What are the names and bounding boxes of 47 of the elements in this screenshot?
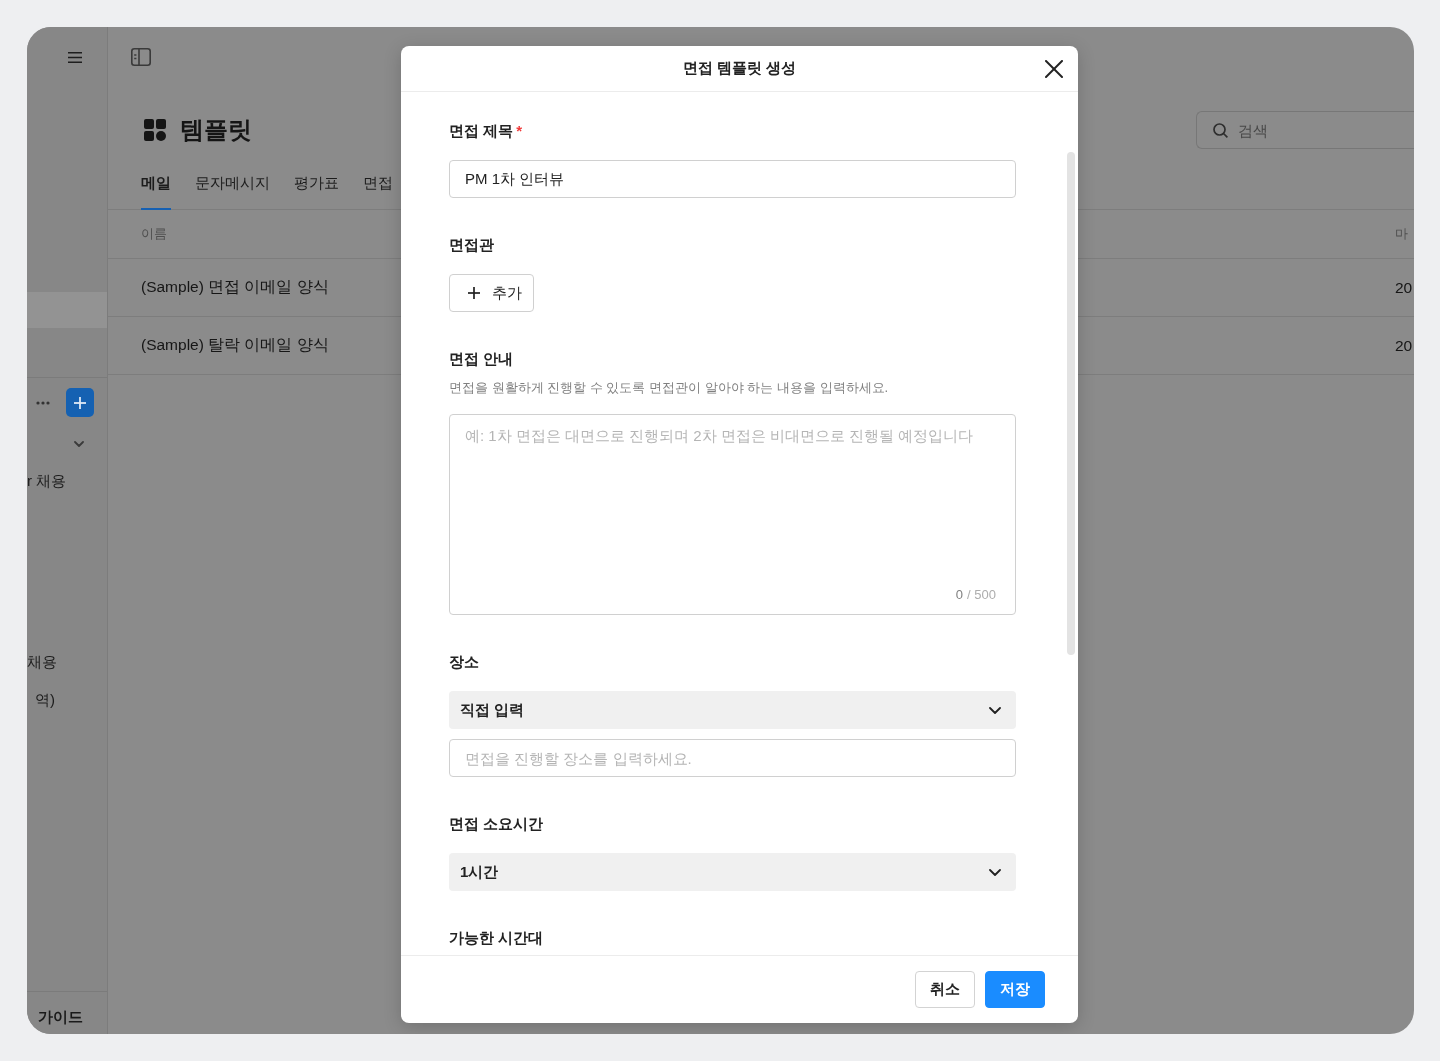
character-limit: / 500 (967, 586, 996, 603)
field-label: 가능한 시간대 (449, 928, 544, 948)
add-button[interactable] (66, 388, 94, 417)
tab[interactable]: 평가표 (294, 162, 339, 210)
table-cell: 20 (1395, 278, 1413, 297)
table-cell-text: (Sample) 면접 이메일 양식 (141, 277, 329, 297)
search-icon (1213, 123, 1228, 138)
field-label: 장소 (449, 652, 479, 672)
tab[interactable]: 면접 (363, 162, 393, 210)
page-title: 템플릿 (180, 115, 252, 145)
cancel-button[interactable]: 취소 (915, 971, 975, 1008)
plus-icon (468, 287, 480, 299)
duration-select[interactable]: 1시간 (449, 853, 1016, 891)
chevron-down-icon[interactable] (74, 441, 84, 447)
table-cell-text: (Sample) 탈락 이메일 양식 (141, 335, 329, 355)
save-button[interactable]: 저장 (985, 971, 1045, 1008)
field-label: 면접 제목 (449, 121, 514, 141)
field-label: 면접 안내 (449, 349, 514, 369)
search-field[interactable]: 검색 (1196, 111, 1414, 149)
grid-icon (144, 119, 166, 141)
field-label: 면접관 (449, 235, 494, 255)
field-label: 면접 소요시간 (449, 814, 544, 834)
tab[interactable]: 메일 (141, 162, 171, 210)
location-select[interactable]: 직접 입력 (449, 691, 1016, 729)
table-cell: 20 (1395, 336, 1413, 355)
menu-icon[interactable] (68, 51, 82, 63)
sidebar-item[interactable]: 역) (35, 690, 55, 710)
sidebar-item[interactable]: 채용 (27, 652, 57, 672)
tab[interactable]: 문자메시지 (195, 162, 270, 210)
chevron-down-icon (989, 706, 1001, 714)
guide-link[interactable]: 가이드 (38, 1008, 83, 1025)
scrollbar-thumb[interactable] (1067, 152, 1075, 655)
plus-icon (74, 396, 86, 409)
column-header: 이름 (141, 225, 167, 243)
panel-layout-icon[interactable] (131, 48, 151, 66)
close-button[interactable] (1043, 58, 1065, 80)
chevron-down-icon (989, 868, 1001, 876)
required-mark: * (516, 121, 522, 141)
location-input[interactable]: 면접을 진행할 장소를 입력하세요. (449, 739, 1016, 777)
help-text: 면접을 원활하게 진행할 수 있도록 면접관이 알아야 하는 내용을 입력하세요. (449, 379, 889, 396)
close-icon (1045, 60, 1063, 78)
more-icon[interactable] (36, 400, 50, 405)
title-input[interactable]: PM 1차 인터뷰 (449, 160, 1016, 198)
sidebar-item[interactable]: r 채용 (27, 471, 67, 491)
add-interviewer-button[interactable]: 추가 (449, 274, 534, 312)
modal-title: 면접 템플릿 생성 (682, 59, 797, 78)
character-count: 0 (955, 586, 964, 603)
